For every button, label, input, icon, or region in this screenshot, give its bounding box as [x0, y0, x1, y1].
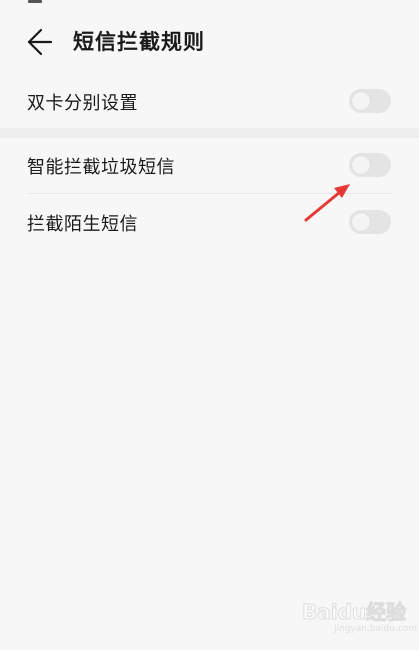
settings-group-dual-card: 双卡分别设置: [0, 74, 419, 128]
page-title: 短信拦截规则: [73, 30, 205, 54]
toggle-knob: [352, 156, 370, 174]
setting-label-stranger: 拦截陌生短信: [27, 214, 138, 235]
app-header: 短信拦截规则: [0, 18, 419, 64]
section-divider: [0, 128, 419, 138]
watermark-logo: Baidu经验: [301, 600, 407, 625]
status-indicator: [28, 0, 42, 3]
watermark-domain: jingyan.baidu.com: [334, 624, 418, 634]
setting-row-dual-card[interactable]: 双卡分别设置: [0, 74, 419, 128]
back-button[interactable]: [18, 22, 58, 62]
arrow-left-icon: [27, 28, 53, 56]
baidu-watermark: Baidu经验 jingyan.baidu.com: [296, 596, 417, 640]
dual-card-toggle[interactable]: [349, 89, 391, 113]
setting-label-dual-card: 双卡分别设置: [27, 93, 138, 114]
smart-spam-toggle[interactable]: [349, 153, 391, 177]
red-arrow-icon: [304, 184, 350, 222]
toggle-knob: [352, 92, 370, 110]
status-bar: [0, 0, 419, 14]
setting-label-smart-spam: 智能拦截垃圾短信: [27, 157, 175, 178]
